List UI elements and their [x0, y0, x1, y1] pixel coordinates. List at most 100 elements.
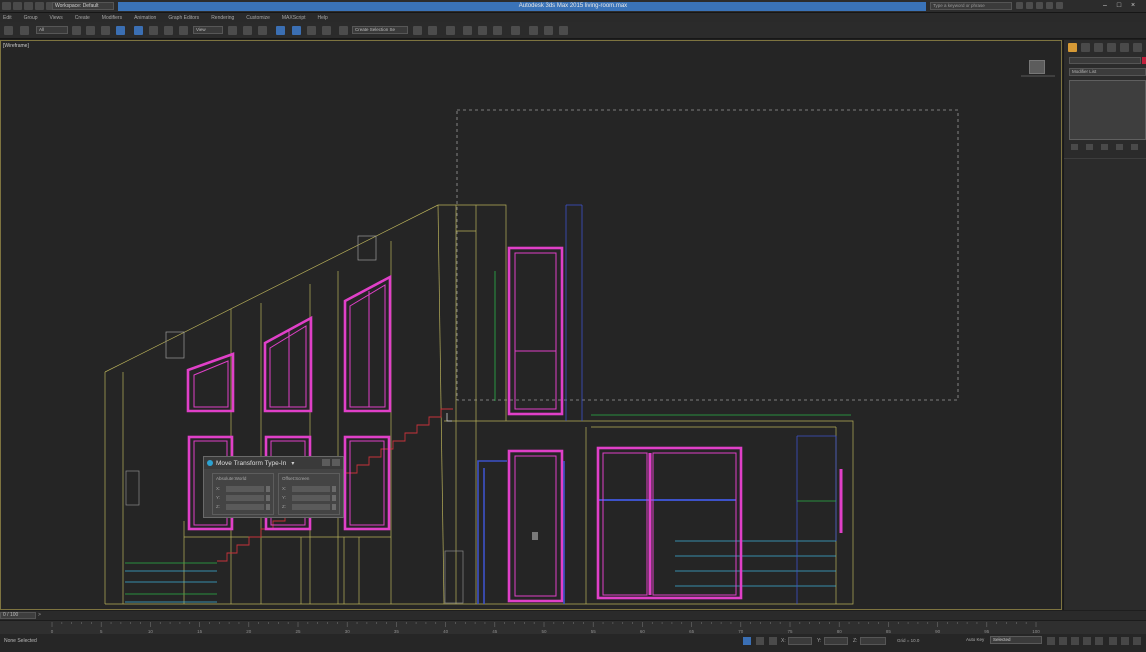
angle-snap-icon[interactable]	[292, 26, 301, 35]
configure-sets-icon[interactable]	[1131, 144, 1138, 150]
pivot-icon[interactable]	[228, 26, 237, 35]
rotate-icon[interactable]	[149, 26, 158, 35]
selection-filter-dropdown[interactable]: All	[36, 26, 68, 34]
off-z-spinner[interactable]	[332, 504, 336, 510]
menu-edit[interactable]: Edit	[3, 15, 12, 21]
window-crossing-icon[interactable]	[116, 26, 125, 35]
named-selection-dropdown[interactable]: Create Selection Se	[352, 26, 408, 34]
modifier-stack[interactable]	[1069, 80, 1146, 140]
select-link-icon[interactable]	[4, 26, 13, 35]
isolate-icon[interactable]	[756, 637, 764, 645]
dialog-minimize-icon[interactable]	[322, 459, 330, 466]
y-coord-field[interactable]	[824, 637, 848, 645]
viewcube-base[interactable]	[1021, 75, 1055, 77]
abs-z-spinner[interactable]	[266, 504, 270, 510]
edit-named-selection-icon[interactable]	[339, 26, 348, 35]
favorites-icon[interactable]	[1046, 2, 1053, 9]
snap-icon[interactable]	[276, 26, 285, 35]
close-icon[interactable]: ×	[1128, 2, 1138, 10]
layer-icon[interactable]	[446, 26, 455, 35]
key-filter-dropdown[interactable]: Selected	[990, 636, 1042, 644]
viewcube[interactable]	[1029, 60, 1045, 74]
goto-start-icon[interactable]	[1047, 637, 1055, 645]
dialog-close-icon[interactable]	[332, 459, 340, 466]
display-tab-icon[interactable]	[1120, 43, 1129, 52]
mirror-icon[interactable]	[413, 26, 422, 35]
minimize-icon[interactable]: –	[1100, 2, 1110, 10]
time-slider[interactable]: 0 / 100 >	[0, 611, 1146, 620]
menu-customize[interactable]: Customize	[246, 15, 270, 21]
viewport[interactable]: [Wireframe]	[0, 40, 1062, 610]
reference-coord-dropdown[interactable]: View	[193, 26, 223, 34]
make-unique-icon[interactable]	[1101, 144, 1108, 150]
render-icon[interactable]	[559, 26, 568, 35]
subscription-icon[interactable]	[1026, 2, 1033, 9]
keyboard-shortcut-icon[interactable]	[258, 26, 267, 35]
search-input[interactable]: Type a keyword or phrase	[930, 2, 1012, 10]
menu-maxscript[interactable]: MAXScript	[282, 15, 306, 21]
z-coord-field[interactable]	[860, 637, 886, 645]
place-icon[interactable]	[179, 26, 188, 35]
off-z-field[interactable]	[292, 504, 330, 510]
absolute-mode-icon[interactable]	[769, 637, 777, 645]
maximize-viewport-icon[interactable]	[1133, 637, 1141, 645]
abs-y-spinner[interactable]	[266, 495, 270, 501]
show-end-result-icon[interactable]	[1086, 144, 1093, 150]
menu-rendering[interactable]: Rendering	[211, 15, 234, 21]
render-frame-icon[interactable]	[544, 26, 553, 35]
abs-y-field[interactable]	[226, 495, 264, 501]
menu-modifiers[interactable]: Modifiers	[102, 15, 122, 21]
dialog-header[interactable]: Move Transform Type-In ▾	[204, 457, 343, 469]
menu-animation[interactable]: Animation	[134, 15, 156, 21]
selection-lock-icon[interactable]	[743, 637, 751, 645]
menu-create[interactable]: Create	[75, 15, 90, 21]
curve-editor-icon[interactable]	[478, 26, 487, 35]
abs-x-spinner[interactable]	[266, 486, 270, 492]
auto-key-label[interactable]: Auto Key	[966, 637, 984, 642]
communication-icon[interactable]	[1036, 2, 1043, 9]
dialog-menu-icon[interactable]: ▾	[291, 460, 294, 467]
x-coord-field[interactable]	[788, 637, 812, 645]
percent-snap-icon[interactable]	[307, 26, 316, 35]
maximize-icon[interactable]: □	[1114, 2, 1124, 10]
object-color-swatch[interactable]	[1142, 57, 1146, 64]
prev-frame-icon[interactable]	[1059, 637, 1067, 645]
track-bar[interactable]: 0 5 10 15 20 25 30 35 40 45 50 55 60 65 70 75 80 85 90 95 10…	[0, 620, 1146, 634]
modify-tab-icon[interactable]	[1081, 43, 1090, 52]
off-y-spinner[interactable]	[332, 495, 336, 501]
abs-z-field[interactable]	[226, 504, 264, 510]
next-frame-icon[interactable]: >	[38, 612, 41, 618]
menu-group[interactable]: Group	[24, 15, 38, 21]
material-editor-icon[interactable]	[511, 26, 520, 35]
render-setup-icon[interactable]	[529, 26, 538, 35]
play-icon[interactable]	[1071, 637, 1079, 645]
create-tab-icon[interactable]	[1068, 43, 1077, 52]
rect-region-icon[interactable]	[101, 26, 110, 35]
off-x-spinner[interactable]	[332, 486, 336, 492]
remove-modifier-icon[interactable]	[1116, 144, 1123, 150]
utilities-tab-icon[interactable]	[1133, 43, 1142, 52]
graphite-icon[interactable]	[463, 26, 472, 35]
motion-tab-icon[interactable]	[1107, 43, 1116, 52]
next-key-icon[interactable]	[1083, 637, 1091, 645]
pan-icon[interactable]	[1121, 637, 1129, 645]
modifier-list-dropdown[interactable]: Modifier List	[1069, 68, 1146, 76]
menu-graph-editors[interactable]: Graph Editors	[168, 15, 199, 21]
pin-stack-icon[interactable]	[1071, 144, 1078, 150]
menu-help[interactable]: Help	[318, 15, 328, 21]
off-x-field[interactable]	[292, 486, 330, 492]
object-name-field[interactable]	[1069, 57, 1141, 64]
select-by-name-icon[interactable]	[86, 26, 95, 35]
move-icon[interactable]	[134, 26, 143, 35]
search-icon[interactable]	[1016, 2, 1023, 9]
abs-x-field[interactable]	[226, 486, 264, 492]
zoom-icon[interactable]	[1109, 637, 1117, 645]
menu-views[interactable]: Views	[50, 15, 63, 21]
unlink-icon[interactable]	[20, 26, 29, 35]
spinner-snap-icon[interactable]	[322, 26, 331, 35]
scale-icon[interactable]	[164, 26, 173, 35]
goto-end-icon[interactable]	[1095, 637, 1103, 645]
select-icon[interactable]	[72, 26, 81, 35]
help-icon[interactable]	[1056, 2, 1063, 9]
manipulate-icon[interactable]	[243, 26, 252, 35]
